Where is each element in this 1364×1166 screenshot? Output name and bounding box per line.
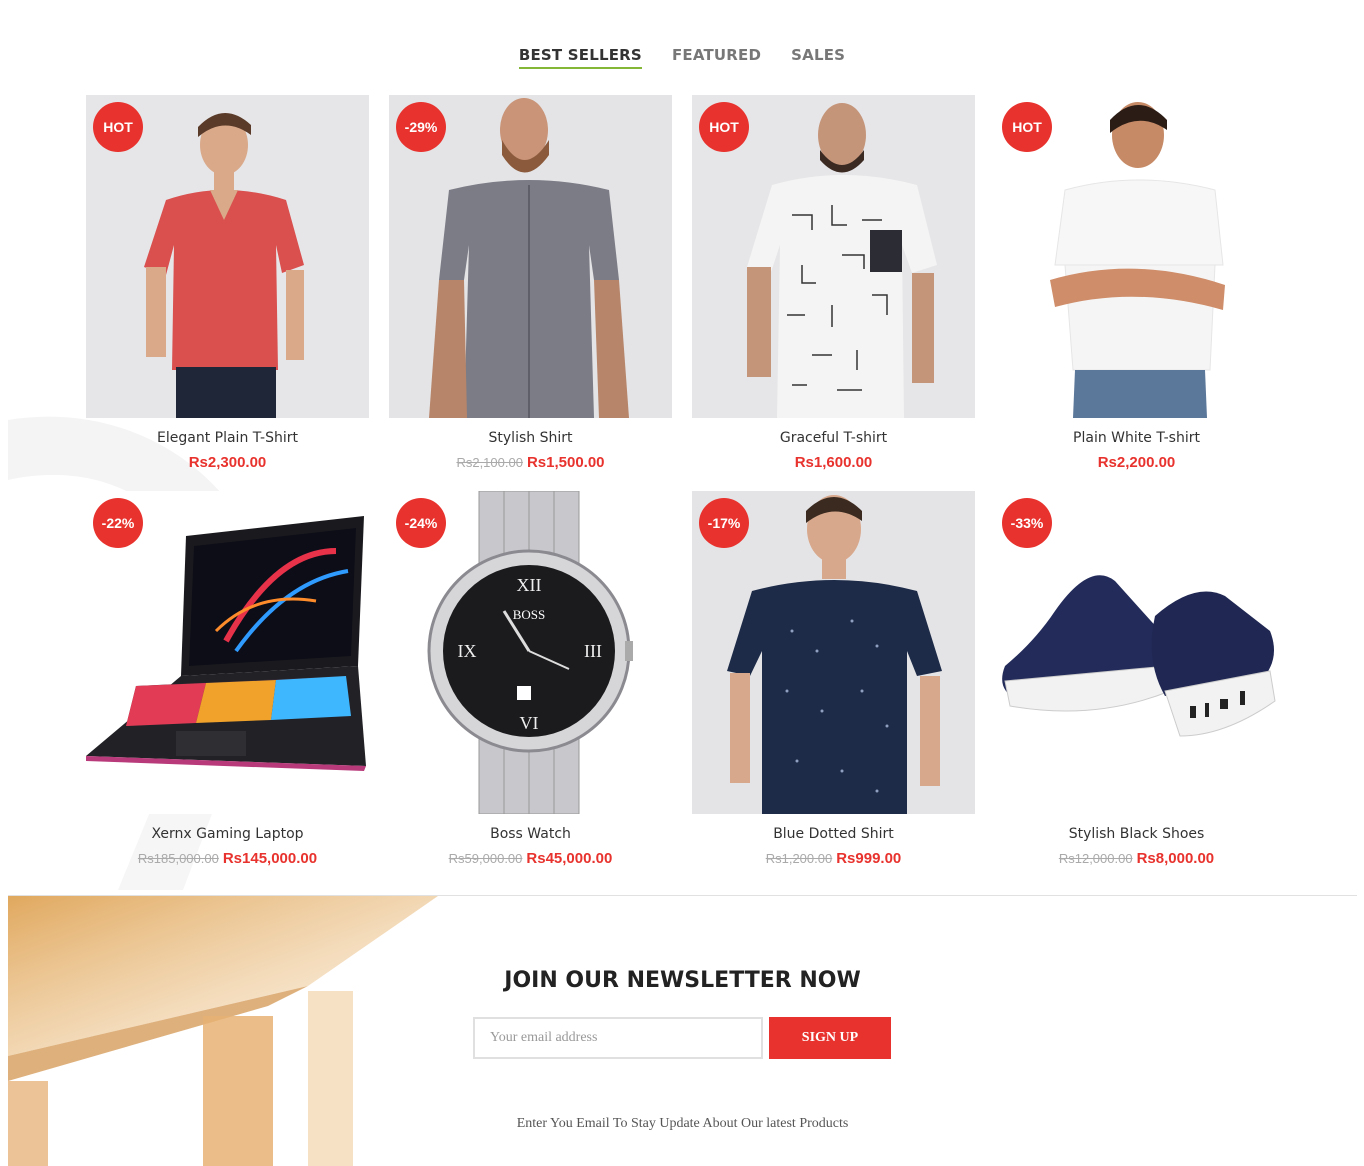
product-price: Rs1,600.00	[692, 454, 975, 471]
product-price: Rs2,300.00	[86, 454, 369, 471]
original-price: Rs1,200.00	[765, 851, 833, 866]
sign-up-button[interactable]: SIGN UP	[769, 1017, 891, 1059]
discount-badge: -22%	[93, 498, 143, 548]
newsletter-title: JOIN OUR NEWSLETTER NOW	[504, 968, 861, 993]
discount-badge: -17%	[699, 498, 749, 548]
product-grid: HOT Elegant Plain T-Shirt Rs2,300.00 -29…	[86, 95, 1278, 887]
hot-badge: HOT	[699, 102, 749, 152]
discount-badge: -33%	[1002, 498, 1052, 548]
product-card[interactable]: -29% Stylish Shirt Rs2,100.00 Rs1,500.00	[389, 95, 672, 491]
svg-text:III: III	[584, 641, 602, 661]
product-price: Rs185,000.00 Rs145,000.00	[86, 850, 369, 867]
product-name[interactable]: Plain White T-shirt	[995, 430, 1278, 446]
sale-price: Rs8,000.00	[1136, 850, 1215, 867]
svg-text:XII: XII	[517, 575, 542, 595]
sale-price: Rs999.00	[836, 850, 902, 867]
product-price: Rs1,200.00 Rs999.00	[692, 850, 975, 867]
original-price: Rs2,100.00	[456, 455, 523, 470]
tab-sales[interactable]: SALES	[791, 46, 845, 69]
product-image[interactable]: BOSS XII VI IX III -24%	[389, 491, 672, 814]
product-image[interactable]: HOT	[995, 95, 1278, 418]
product-card[interactable]: HOT Plain White T-shirt Rs2,200.00	[995, 95, 1278, 491]
original-price: Rs12,000.00	[1058, 851, 1133, 866]
newsletter-section: JOIN OUR NEWSLETTER NOW SIGN UP Enter Yo…	[8, 896, 1357, 1166]
product-card[interactable]: HOT Graceful T-shirt Rs1,600.00	[692, 95, 975, 491]
svg-text:VI: VI	[520, 713, 539, 733]
hot-badge: HOT	[93, 102, 143, 152]
product-name[interactable]: Graceful T-shirt	[692, 430, 975, 446]
product-name[interactable]: Boss Watch	[389, 826, 672, 842]
discount-badge: -24%	[396, 498, 446, 548]
sale-price: Rs145,000.00	[222, 850, 318, 867]
product-name[interactable]: Stylish Black Shoes	[995, 826, 1278, 842]
product-price: Rs2,100.00 Rs1,500.00	[389, 454, 672, 471]
product-card[interactable]: -17% Blue Dotted Shirt Rs1,200.00 Rs999.0…	[692, 491, 975, 887]
sale-price: Rs1,500.00	[526, 454, 605, 471]
product-card[interactable]: BOSS XII VI IX III -24% Boss Watch Rs59,…	[389, 491, 672, 887]
original-price: Rs59,000.00	[448, 851, 523, 866]
original-price: Rs185,000.00	[137, 851, 219, 866]
product-price: Rs12,000.00 Rs8,000.00	[995, 850, 1278, 867]
tab-featured[interactable]: FEATURED	[672, 46, 761, 69]
product-card[interactable]: HOT Elegant Plain T-Shirt Rs2,300.00	[86, 95, 369, 491]
product-price: Rs2,200.00	[995, 454, 1278, 471]
product-name[interactable]: Xernx Gaming Laptop	[86, 826, 369, 842]
product-card[interactable]: -33% Stylish Black Shoes Rs12,000.00 Rs8,…	[995, 491, 1278, 887]
tab-best-sellers[interactable]: BEST SELLERS	[518, 46, 642, 69]
discount-badge: -29%	[396, 102, 446, 152]
email-input[interactable]	[473, 1017, 763, 1059]
sale-price: Rs2,300.00	[188, 454, 267, 471]
product-image[interactable]: -29%	[389, 95, 672, 418]
product-image[interactable]: HOT	[86, 95, 369, 418]
product-price: Rs59,000.00 Rs45,000.00	[389, 850, 672, 867]
product-name[interactable]: Elegant Plain T-Shirt	[86, 430, 369, 446]
product-name[interactable]: Blue Dotted Shirt	[692, 826, 975, 842]
product-name[interactable]: Stylish Shirt	[389, 430, 672, 446]
hot-badge: HOT	[1002, 102, 1052, 152]
product-image[interactable]: -17%	[692, 491, 975, 814]
page: BEST SELLERS FEATURED SALES HOT Elegant …	[0, 0, 1364, 1166]
watch-brand: BOSS	[513, 607, 546, 622]
newsletter-form: SIGN UP	[473, 1017, 891, 1059]
sale-price: Rs2,200.00	[1097, 454, 1176, 471]
product-tabs: BEST SELLERS FEATURED SALES	[0, 46, 1364, 69]
product-image[interactable]: -22%	[86, 491, 369, 814]
svg-text:IX: IX	[458, 641, 477, 661]
sale-price: Rs1,600.00	[794, 454, 873, 471]
product-card[interactable]: -22% Xernx Gaming Laptop Rs185,000.00 Rs1…	[86, 491, 369, 887]
product-image[interactable]: HOT	[692, 95, 975, 418]
product-image[interactable]: -33%	[995, 491, 1278, 814]
newsletter-note: Enter You Email To Stay Update About Our…	[516, 1116, 849, 1131]
sale-price: Rs45,000.00	[526, 850, 613, 867]
